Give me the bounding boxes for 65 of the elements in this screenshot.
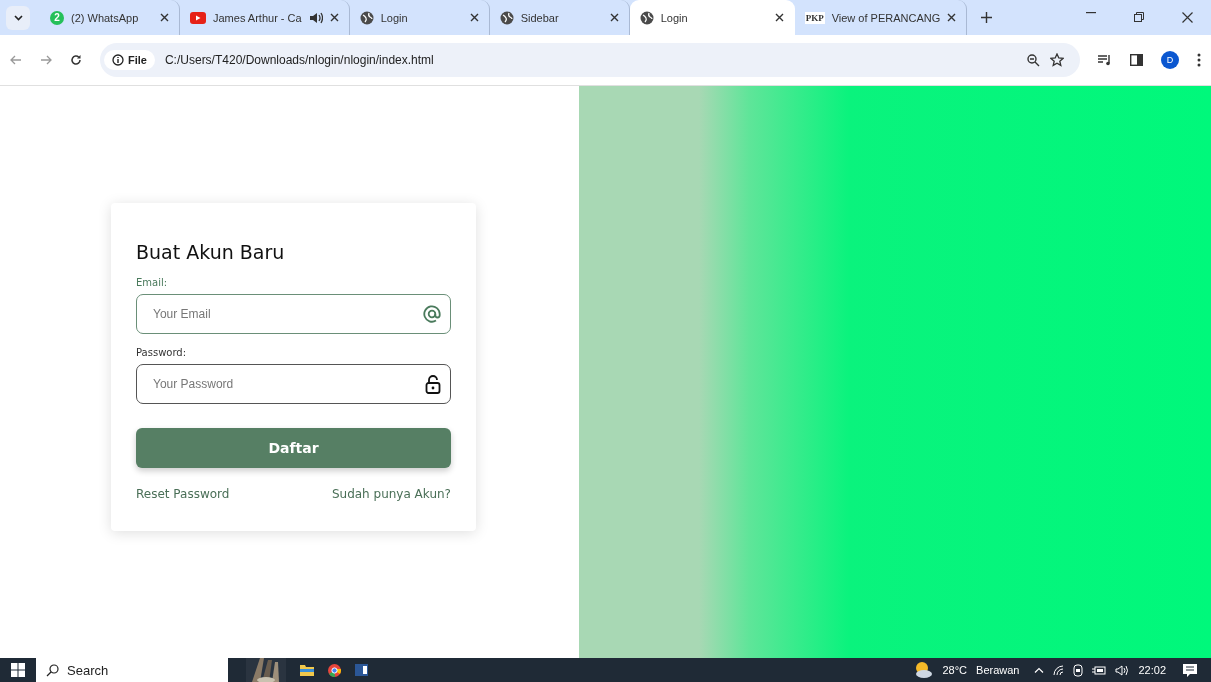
play-icon bbox=[190, 11, 206, 24]
back-icon[interactable] bbox=[10, 55, 22, 65]
restore-icon[interactable] bbox=[1134, 12, 1144, 22]
tab-title: (2) WhatsApp bbox=[71, 11, 140, 24]
star-icon[interactable] bbox=[1050, 53, 1064, 67]
menu-icon[interactable] bbox=[1197, 53, 1201, 67]
close-icon[interactable] bbox=[329, 13, 339, 22]
zoom-icon[interactable] bbox=[1027, 53, 1040, 67]
browser-tab[interactable]: Login bbox=[629, 0, 795, 35]
tab-title: View of PERANCANG bbox=[831, 11, 941, 24]
temperature: 28°C bbox=[942, 664, 968, 676]
close-icon[interactable] bbox=[160, 13, 169, 22]
profile-avatar[interactable]: D bbox=[1161, 51, 1179, 69]
link[interactable]: Reset Password bbox=[136, 487, 230, 501]
windows-start-icon[interactable] bbox=[11, 663, 25, 677]
close-icon[interactable] bbox=[609, 13, 619, 22]
tab-title: James Arthur - Ca bbox=[213, 11, 302, 24]
folder-icon[interactable] bbox=[300, 664, 314, 676]
chat-badge-icon: 2 bbox=[50, 10, 64, 25]
search-icon bbox=[46, 663, 59, 677]
chevron-up-icon[interactable] bbox=[1034, 667, 1045, 673]
meet-now-icon[interactable] bbox=[1073, 663, 1084, 677]
close-icon[interactable] bbox=[774, 13, 784, 22]
site-logo: PKP bbox=[804, 11, 825, 24]
info-icon bbox=[112, 54, 124, 66]
search-placeholder: Search bbox=[67, 662, 109, 678]
notification-icon[interactable] bbox=[1183, 663, 1197, 677]
register-button[interactable]: Daftar bbox=[136, 428, 451, 468]
tab-search-button[interactable] bbox=[6, 5, 30, 30]
close-icon[interactable] bbox=[947, 13, 957, 22]
taskbar-search[interactable]: Search bbox=[36, 658, 228, 682]
plus-icon[interactable] bbox=[981, 12, 993, 23]
globe-icon bbox=[639, 10, 654, 25]
weather-text: Berawan bbox=[976, 664, 1020, 676]
link[interactable]: Sudah punya Akun? bbox=[331, 487, 451, 501]
globe-icon bbox=[359, 10, 374, 25]
tab-title: Login bbox=[660, 11, 689, 24]
password-field[interactable]: Your Password bbox=[136, 364, 451, 404]
clock: 22:02 bbox=[1138, 664, 1166, 676]
close-icon[interactable] bbox=[1181, 12, 1193, 23]
tab-title: Sidebar bbox=[520, 11, 560, 24]
field-label: Password: bbox=[136, 347, 188, 358]
address-bar[interactable]: File C:/Users/T420/Downloads/nlogin/nlogin/index.html bbox=[100, 43, 1080, 77]
form-title: Buat Akun Baru bbox=[136, 241, 286, 263]
side-panel-icon[interactable] bbox=[1130, 54, 1143, 66]
url-text: C:/Users/T420/Downloads/nlogin/nlogin/index.html bbox=[164, 53, 435, 67]
weather-icon bbox=[913, 661, 934, 679]
document-app-icon[interactable] bbox=[355, 664, 368, 676]
minimize-icon[interactable] bbox=[1086, 12, 1096, 14]
email-field[interactable]: Your Email bbox=[136, 294, 451, 334]
lock-icon bbox=[425, 375, 441, 394]
at-sign-icon bbox=[423, 305, 441, 323]
tab-title: Login bbox=[380, 11, 409, 24]
site-info-chip[interactable]: File bbox=[104, 50, 155, 70]
chevron-down-icon bbox=[13, 14, 23, 21]
forward-icon[interactable] bbox=[40, 55, 52, 65]
field-label: Email: bbox=[136, 277, 169, 288]
close-icon[interactable] bbox=[469, 13, 479, 22]
globe-icon bbox=[499, 10, 514, 25]
reload-icon[interactable] bbox=[70, 54, 82, 66]
battery-icon[interactable] bbox=[1092, 665, 1107, 675]
browser-icon[interactable] bbox=[328, 663, 341, 677]
playlist-icon[interactable] bbox=[1098, 54, 1112, 66]
speaker-icon[interactable] bbox=[1115, 664, 1130, 676]
wifi-icon[interactable] bbox=[1053, 664, 1065, 676]
